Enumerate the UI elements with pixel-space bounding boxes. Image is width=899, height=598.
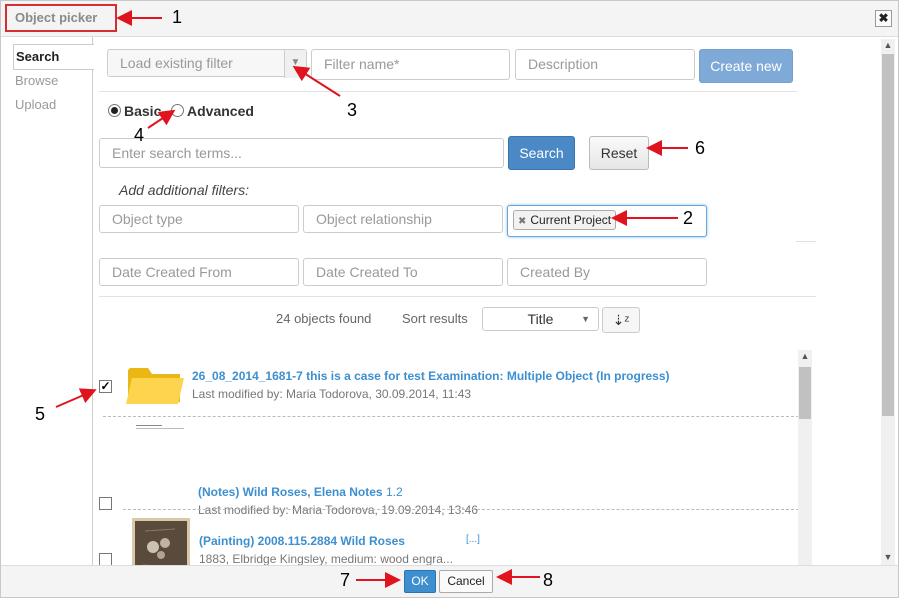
item-checkbox[interactable] bbox=[99, 553, 112, 565]
annotation-label-3: 3 bbox=[347, 100, 358, 120]
sort-select[interactable]: Title ▼ bbox=[482, 307, 599, 331]
item-title-link[interactable]: (Notes) Wild Roses, Elena Notes 1.2 bbox=[198, 485, 403, 499]
annotation-label-6: 6 bbox=[695, 138, 706, 158]
date-created-from-field[interactable]: Date Created From bbox=[99, 258, 299, 286]
close-icon[interactable]: ✖ bbox=[875, 10, 892, 27]
divider bbox=[796, 241, 816, 242]
cancel-button[interactable]: Cancel bbox=[439, 570, 493, 593]
search-panel: Load existing filter ▼ Filter name* Desc… bbox=[94, 37, 880, 565]
additional-filters-heading: Add additional filters: bbox=[119, 182, 249, 198]
left-nav: Search Browse Upload bbox=[1, 37, 94, 565]
basic-radio-label[interactable]: Basic bbox=[124, 103, 161, 119]
more-link[interactable]: [...] bbox=[466, 534, 480, 545]
dialog-scrollbar[interactable]: ▲ ▼ bbox=[881, 39, 895, 565]
description-field[interactable]: Description bbox=[515, 49, 695, 80]
annotation-label-5: 5 bbox=[35, 404, 46, 424]
list-item[interactable]: (Notes) Wild Roses, Elena Notes 1.2 Last… bbox=[94, 420, 799, 517]
nav-item-upload[interactable]: Upload bbox=[15, 97, 56, 112]
object-type-field[interactable]: Object type bbox=[99, 205, 299, 233]
remove-tag-icon[interactable]: ✖ bbox=[518, 216, 526, 227]
load-filter-placeholder: Load existing filter bbox=[120, 55, 233, 71]
list-item[interactable]: ✓ 26_08_2014_1681-7 this is a case for t… bbox=[94, 350, 799, 420]
search-input[interactable]: Enter search terms... bbox=[99, 138, 504, 168]
dialog-title: Object picker bbox=[5, 4, 117, 32]
load-filter-select[interactable]: Load existing filter ▼ bbox=[107, 49, 307, 78]
ok-button[interactable]: OK bbox=[404, 570, 436, 593]
dialog-titlebar: Object picker ✖ bbox=[1, 1, 898, 37]
annotation-label-1: 1 bbox=[172, 7, 183, 27]
reset-button[interactable]: Reset bbox=[589, 136, 649, 170]
results-count: 24 objects found bbox=[276, 311, 372, 326]
folder-icon bbox=[126, 362, 184, 406]
annotation-label-7: 7 bbox=[340, 570, 351, 590]
chevron-down-icon[interactable]: ▼ bbox=[284, 50, 306, 78]
nav-item-browse[interactable]: Browse bbox=[15, 73, 58, 88]
advanced-radio[interactable] bbox=[171, 104, 184, 117]
results-scrollbar-thumb[interactable] bbox=[799, 367, 811, 419]
created-by-field[interactable]: Created By bbox=[507, 258, 707, 286]
item-title-link[interactable]: 26_08_2014_1681-7 this is a case for tes… bbox=[192, 369, 670, 383]
item-checkbox[interactable] bbox=[99, 497, 112, 510]
dialog-scrollbar-thumb[interactable] bbox=[882, 54, 894, 416]
annotation-label-4: 4 bbox=[134, 125, 145, 145]
scroll-up-icon[interactable]: ▲ bbox=[881, 39, 895, 51]
chevron-down-icon: ▼ bbox=[581, 314, 590, 324]
results-list: ✓ 26_08_2014_1681-7 this is a case for t… bbox=[94, 350, 880, 565]
context-filter-field[interactable]: ✖ Current Project bbox=[507, 205, 707, 237]
basic-radio[interactable] bbox=[108, 104, 121, 117]
scroll-down-icon[interactable]: ▼ bbox=[881, 551, 895, 563]
item-title-link[interactable]: (Painting) 2008.115.2884 Wild Roses bbox=[199, 534, 405, 548]
sort-select-value: Title bbox=[527, 311, 554, 327]
current-project-tag: ✖ Current Project bbox=[513, 210, 617, 230]
item-version: 1.2 bbox=[385, 485, 403, 499]
item-meta: 1883, Elbridge Kingsley, medium: wood en… bbox=[199, 552, 453, 565]
annotation-label-8: 8 bbox=[543, 570, 554, 590]
object-picker-dialog: Object picker ✖ Search Browse Upload Loa… bbox=[0, 0, 899, 598]
sort-direction-icon[interactable]: ⇣ᶻ bbox=[602, 307, 640, 333]
item-checkbox[interactable]: ✓ bbox=[99, 380, 112, 393]
divider bbox=[99, 296, 816, 297]
search-button[interactable]: Search bbox=[508, 136, 575, 170]
advanced-radio-label[interactable]: Advanced bbox=[187, 103, 254, 119]
dialog-footer: OK Cancel bbox=[1, 565, 898, 597]
divider bbox=[99, 91, 797, 92]
painting-thumbnail bbox=[132, 518, 190, 565]
row-separator bbox=[103, 416, 799, 417]
date-created-to-field[interactable]: Date Created To bbox=[303, 258, 503, 286]
nav-item-search[interactable]: Search bbox=[13, 44, 94, 70]
document-thumbnail bbox=[136, 424, 184, 430]
sort-label: Sort results bbox=[402, 311, 468, 326]
create-new-button[interactable]: Create new bbox=[699, 49, 793, 83]
filter-name-field[interactable]: Filter name* bbox=[311, 49, 510, 80]
annotation-label-2: 2 bbox=[683, 208, 694, 228]
current-project-tag-label: Current Project bbox=[530, 213, 612, 227]
scroll-up-icon[interactable]: ▲ bbox=[798, 350, 812, 362]
item-title-text: (Notes) Wild Roses, Elena Notes bbox=[198, 485, 383, 499]
results-scrollbar[interactable]: ▲ bbox=[798, 350, 812, 565]
item-meta: Last modified by: Maria Todorova, 30.09.… bbox=[192, 387, 472, 401]
list-item[interactable]: (Painting) 2008.115.2884 Wild Roses [...… bbox=[94, 510, 799, 565]
object-relationship-field[interactable]: Object relationship bbox=[303, 205, 503, 233]
